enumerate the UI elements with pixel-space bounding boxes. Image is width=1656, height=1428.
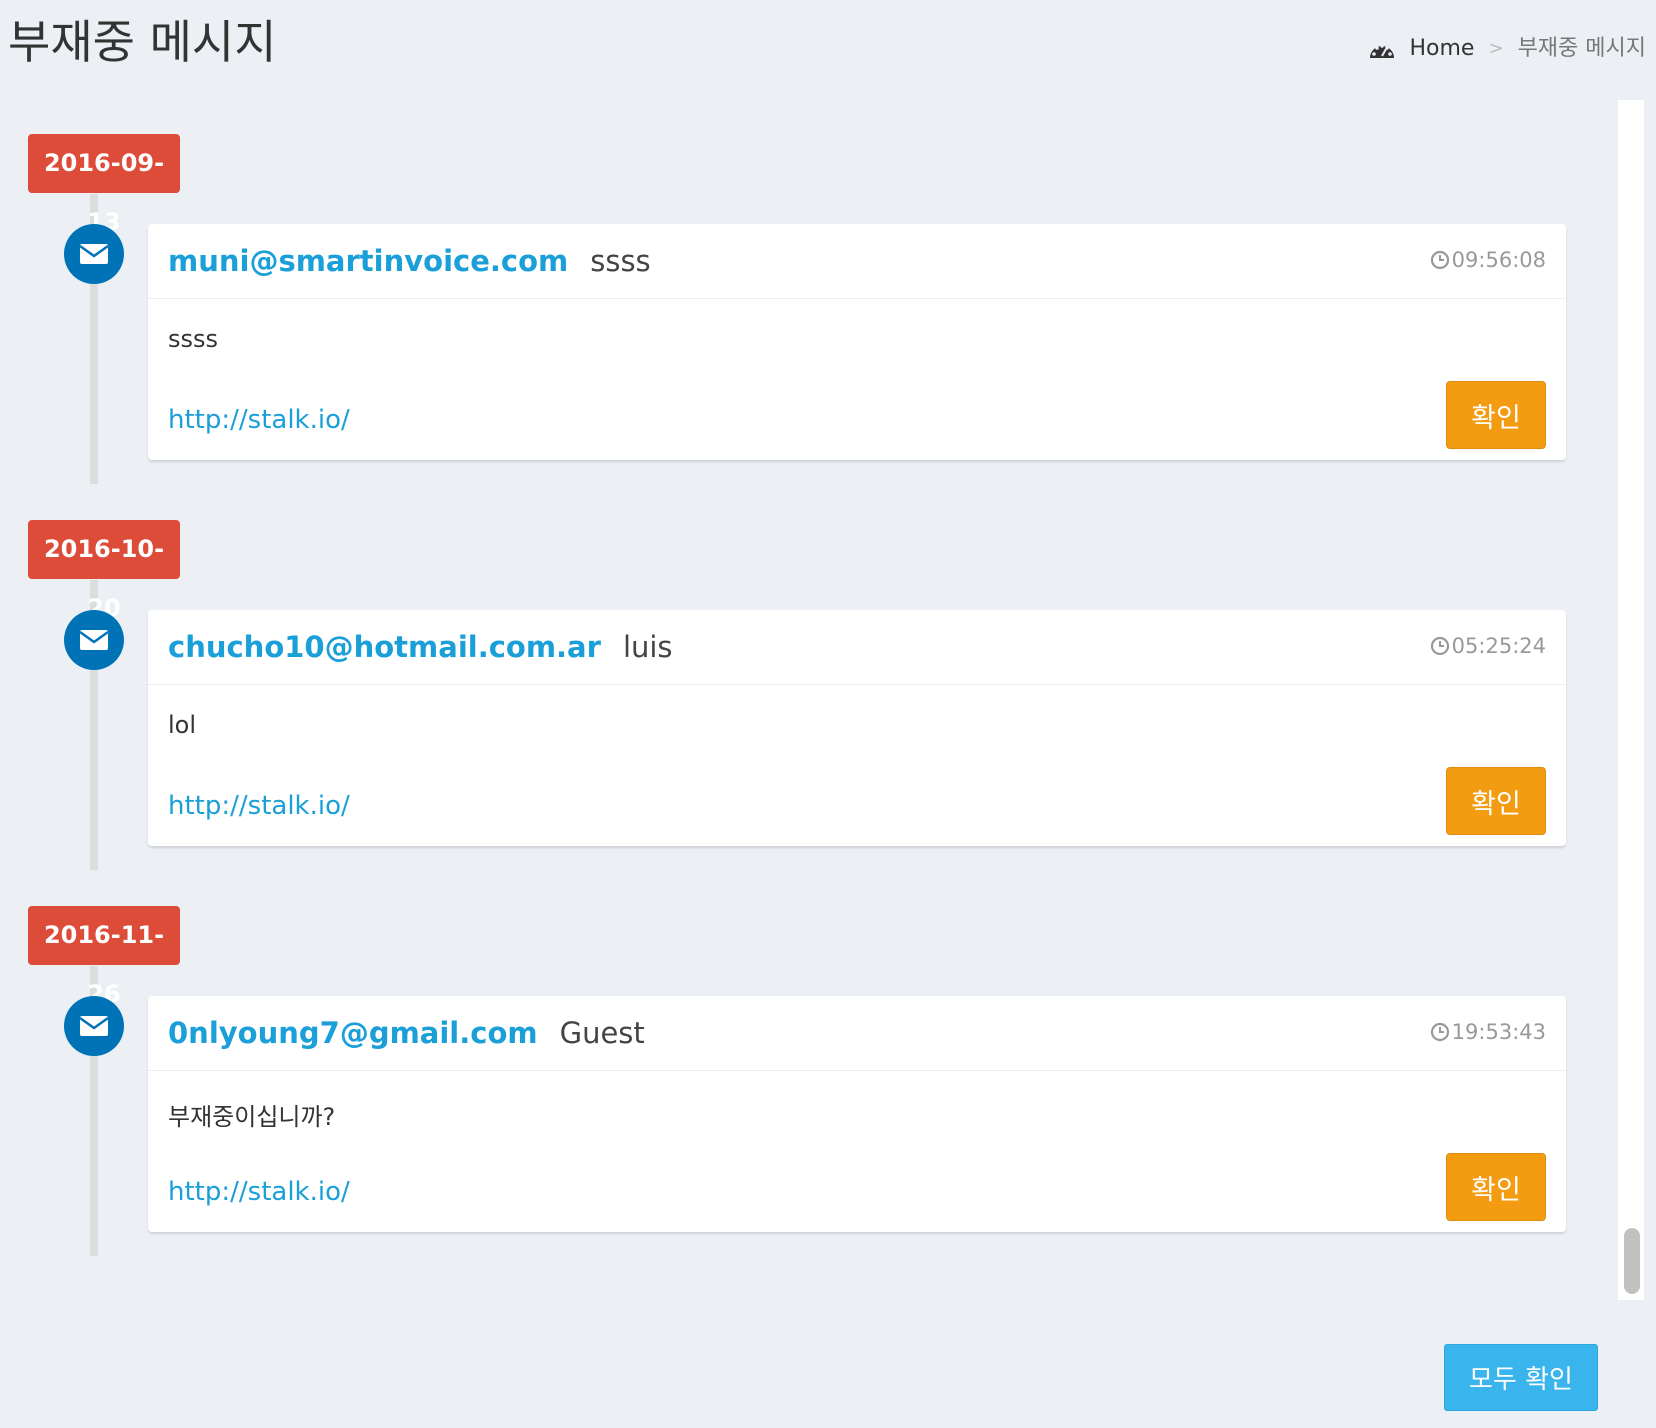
message-time-text: 09:56:08 <box>1451 248 1546 272</box>
sender-email-link[interactable]: 0nlyoung7@gmail.com <box>168 1016 538 1050</box>
clock-icon <box>1430 636 1450 656</box>
message-footer: http://stalk.io/ 확인 <box>148 766 1566 846</box>
breadcrumb-home-link[interactable]: Home <box>1410 34 1475 64</box>
page-title: 부재중 메시지 <box>8 15 277 69</box>
message-link[interactable]: http://stalk.io/ <box>168 791 350 821</box>
message-body: ssss <box>168 325 219 353</box>
envelope-icon <box>64 224 124 284</box>
envelope-icon <box>64 610 124 670</box>
message-header: chucho10@hotmail.com.ar luis 05:25:24 <box>148 610 1566 685</box>
message-footer: http://stalk.io/ 확인 <box>148 380 1566 460</box>
date-badge: 2016-10-20 <box>28 520 180 622</box>
sender-name: luis <box>622 630 673 664</box>
message-body: lol <box>168 711 197 739</box>
date-badge: 2016-11-26 <box>28 906 180 1008</box>
breadcrumb-current: 부재중 메시지 <box>1517 36 1646 61</box>
timeline-group: 2016-10-20 chucho10@hotmail.com.ar luis … <box>0 520 1600 882</box>
confirm-button[interactable]: 확인 <box>1446 767 1546 835</box>
message-time: 09:56:08 <box>1430 248 1546 272</box>
message-card: muni@smartinvoice.com ssss 09:56:08 ssss… <box>148 224 1566 460</box>
clock-icon <box>1430 250 1450 270</box>
message-link[interactable]: http://stalk.io/ <box>168 1177 350 1207</box>
dashboard-icon <box>1368 38 1396 60</box>
confirm-button[interactable]: 확인 <box>1446 1153 1546 1221</box>
clock-icon <box>1430 1022 1450 1042</box>
message-card: 0nlyoung7@gmail.com Guest 19:53:43 부재중이십… <box>148 996 1566 1232</box>
message-header: 0nlyoung7@gmail.com Guest 19:53:43 <box>148 996 1566 1071</box>
message-header: muni@smartinvoice.com ssss 09:56:08 <box>148 224 1566 299</box>
message-time-text: 05:25:24 <box>1451 634 1546 658</box>
scrollbar-track[interactable] <box>1618 100 1644 1300</box>
sender-name: Guest <box>559 1016 645 1050</box>
message-time: 05:25:24 <box>1430 634 1546 658</box>
breadcrumb: Home > 부재중 메시지 <box>1368 34 1646 64</box>
message-time-text: 19:53:43 <box>1451 1020 1546 1044</box>
envelope-icon <box>64 996 124 1056</box>
message-footer: http://stalk.io/ 확인 <box>148 1152 1566 1232</box>
message-link[interactable]: http://stalk.io/ <box>168 405 350 435</box>
message-card: chucho10@hotmail.com.ar luis 05:25:24 lo… <box>148 610 1566 846</box>
breadcrumb-separator: > <box>1488 38 1504 59</box>
message-time: 19:53:43 <box>1430 1020 1546 1044</box>
timeline-group: 2016-11-26 0nlyoung7@gmail.com Guest 19:… <box>0 906 1600 1268</box>
message-body: 부재중이십니까? <box>168 1103 336 1131</box>
sender-email-link[interactable]: chucho10@hotmail.com.ar <box>168 630 601 664</box>
confirm-button[interactable]: 확인 <box>1446 381 1546 449</box>
sender-name: ssss <box>590 244 651 278</box>
confirm-all-button[interactable]: 모두 확인 <box>1444 1344 1598 1411</box>
timeline-group: 2016-09-13 muni@smartinvoice.com ssss 09… <box>0 134 1600 496</box>
scrollbar-thumb[interactable] <box>1624 1228 1640 1294</box>
sender-email-link[interactable]: muni@smartinvoice.com <box>168 244 568 278</box>
date-badge: 2016-09-13 <box>28 134 180 236</box>
